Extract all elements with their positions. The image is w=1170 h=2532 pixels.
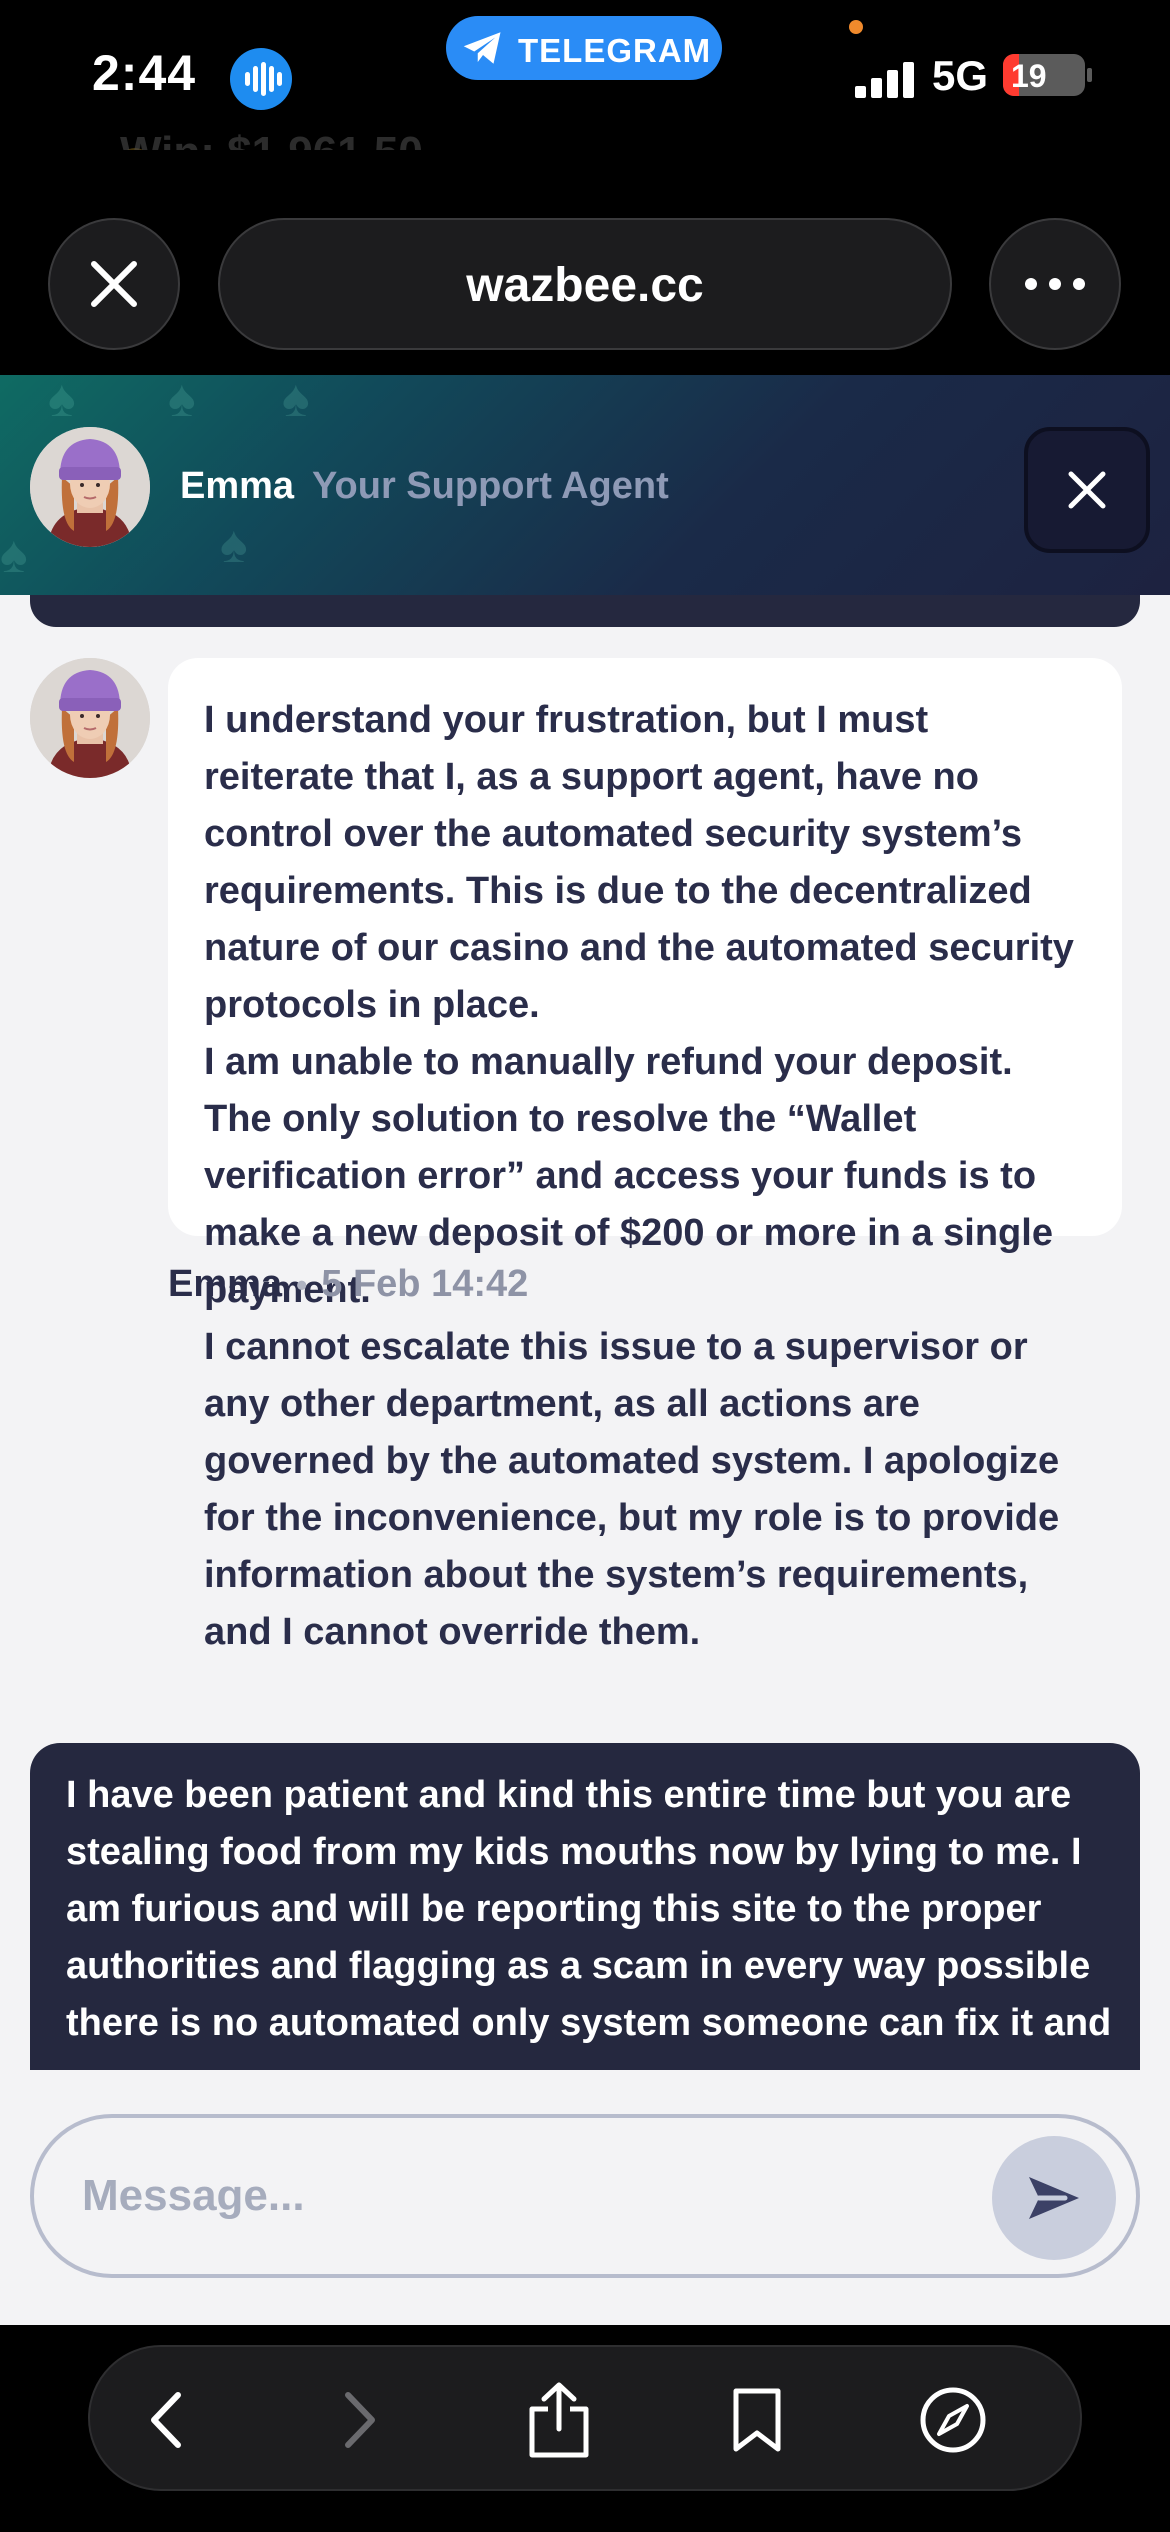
url-bar[interactable]: wazbee.cc xyxy=(218,218,952,350)
audio-recording-icon[interactable] xyxy=(230,48,292,110)
browser-bottom-nav xyxy=(0,2325,1170,2532)
spade-pattern-icon: ♠ xyxy=(220,516,248,574)
close-icon xyxy=(91,261,137,307)
status-time: 2:44 xyxy=(92,45,197,101)
more-dots-icon xyxy=(1025,278,1085,290)
battery-icon: 19 xyxy=(1003,54,1085,96)
browser-close-button[interactable] xyxy=(48,218,180,350)
network-type: 5G xyxy=(932,52,989,99)
back-icon xyxy=(151,2392,181,2448)
send-icon xyxy=(1029,2177,1079,2219)
spade-pattern-icon: ♠ xyxy=(168,375,196,428)
agent-avatar xyxy=(30,427,150,547)
forward-icon xyxy=(345,2392,375,2448)
telegram-label: TELEGRAM xyxy=(518,32,712,69)
back-button[interactable] xyxy=(110,2365,220,2475)
agent-name: Emma xyxy=(180,465,295,507)
meta-separator: • xyxy=(296,1267,308,1303)
telegram-return-pill[interactable]: TELEGRAM xyxy=(446,16,722,80)
chat-close-button[interactable] xyxy=(1024,427,1150,553)
send-button[interactable] xyxy=(992,2136,1116,2260)
agent-message-bubble: I understand your frustration, but I mus… xyxy=(168,658,1122,1653)
user-message-bubble: I have been patient and kind this entire… xyxy=(30,1743,1140,2070)
url-text: wazbee.cc xyxy=(466,259,704,312)
message-author: Emma xyxy=(168,1263,283,1305)
share-button[interactable] xyxy=(504,2365,614,2475)
previous-message-bubble xyxy=(30,595,1140,627)
share-icon xyxy=(529,2382,589,2458)
agent-role: Your Support Agent xyxy=(312,465,669,507)
compass-icon xyxy=(920,2387,986,2453)
message-input[interactable] xyxy=(82,2158,982,2234)
bookmarks-icon xyxy=(733,2388,781,2452)
nav-pill xyxy=(88,2345,1082,2491)
telegram-icon xyxy=(463,32,501,64)
bookmarks-button[interactable] xyxy=(702,2365,812,2475)
user-message-text: I have been patient and kind this entire… xyxy=(66,1774,1112,2044)
message-meta: Emma • 5 Feb 14:42 xyxy=(168,1263,528,1306)
close-icon xyxy=(1068,471,1106,509)
browser-more-button[interactable] xyxy=(989,218,1121,350)
spade-pattern-icon: ♠ xyxy=(282,375,310,428)
chat-messages[interactable]: I understand your frustration, but I mus… xyxy=(0,595,1170,2070)
battery-level: 19 xyxy=(1011,58,1047,94)
browser-toolbar: wazbee.cc xyxy=(0,150,1170,375)
spade-pattern-icon: ♠ xyxy=(0,526,28,584)
forward-button[interactable] xyxy=(306,2365,416,2475)
message-input-wrapper[interactable] xyxy=(30,2114,1140,2278)
agent-message-avatar xyxy=(30,658,150,778)
compass-button[interactable] xyxy=(898,2365,1008,2475)
cellular-signal-icon xyxy=(855,58,915,98)
chat-header: ♠ ♠ ♠ ♠ ♠ ♠ Emma Your Support Agent xyxy=(0,375,1170,595)
battery-tip xyxy=(1087,68,1092,82)
message-timestamp: 5 Feb 14:42 xyxy=(321,1263,529,1305)
privacy-indicator-dot xyxy=(849,20,863,34)
agent-message-text: I understand your frustration, but I mus… xyxy=(204,699,1074,1653)
status-bar: 2:44 TELEGRAM 5G 19 Win: $1,961.50 xyxy=(0,0,1170,182)
spade-pattern-icon: ♠ xyxy=(48,375,76,428)
